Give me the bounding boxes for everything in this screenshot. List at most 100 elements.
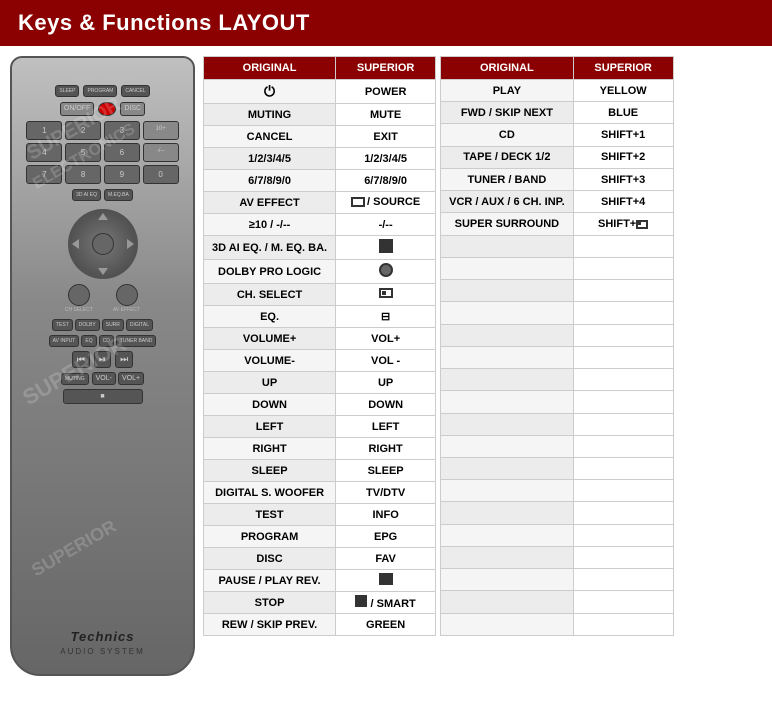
table-row <box>441 302 674 324</box>
original-cell: PAUSE / PLAY REV. <box>204 570 336 592</box>
remote-muting-row: MUTING VOL- VOL+ <box>26 372 178 385</box>
table-row: PROGRAMEPG <box>204 526 436 548</box>
left-col2-header: SUPERIOR <box>336 57 436 80</box>
superior-cell <box>573 302 673 324</box>
table-row: VCR / AUX / 6 CH. INP.SHIFT+4 <box>441 191 674 213</box>
original-cell: LEFT <box>204 416 336 438</box>
btn-tuner: TUNER BAND <box>116 335 157 347</box>
superior-cell: ⊟ <box>336 306 436 328</box>
original-cell <box>441 613 574 635</box>
original-cell: PROGRAM <box>204 526 336 548</box>
superior-cell: INFO <box>336 504 436 526</box>
table-row: RIGHTRIGHT <box>204 438 436 460</box>
table-row: PLAYYELLOW <box>441 80 674 102</box>
btn-program: PROGRAM <box>83 85 117 97</box>
original-cell <box>441 524 574 546</box>
btn-7: 7 <box>26 165 62 184</box>
original-cell <box>441 435 574 457</box>
table-row: VOLUME+VOL+ <box>204 328 436 350</box>
header: Keys & Functions LAYOUT <box>0 0 772 46</box>
remote-model-label: RAK-ENA34WH <box>72 70 134 77</box>
tables-container: ORIGINAL SUPERIOR ⏻POWERMUTINGMUTECANCEL… <box>203 56 762 636</box>
btn-vol-up2: VOL+ <box>118 372 144 385</box>
original-cell: ⏻ <box>204 80 336 104</box>
table-row <box>441 280 674 302</box>
nav-down-arrow <box>98 268 108 275</box>
btn-4: 4 <box>26 143 62 162</box>
original-cell: 3D AI EQ. / M. EQ. BA. <box>204 236 336 260</box>
table-row: DISCFAV <box>204 548 436 570</box>
original-cell: VOLUME+ <box>204 328 336 350</box>
table-row: FWD / SKIP NEXTBLUE <box>441 102 674 124</box>
original-cell: TEST <box>204 504 336 526</box>
superior-cell: / SMART <box>336 592 436 614</box>
table-row <box>441 324 674 346</box>
original-cell: 6/7/8/9/0 <box>204 170 336 192</box>
original-cell <box>441 346 574 368</box>
original-cell <box>441 280 574 302</box>
table-row <box>441 524 674 546</box>
table-row: TUNER / BANDSHIFT+3 <box>441 168 674 190</box>
btn-8: 8 <box>65 165 101 184</box>
left-col1-header: ORIGINAL <box>204 57 336 80</box>
original-cell <box>441 413 574 435</box>
btn-on-off: ON/OFF <box>60 102 94 116</box>
superior-cell: 1/2/3/4/5 <box>336 148 436 170</box>
remote-power-area: ON/OFF DISC <box>60 102 145 116</box>
remote-ch-av-row: CH SELECT AV EFFECT <box>65 284 140 313</box>
btn-9: 9 <box>104 165 140 184</box>
remote-image: SUPERIOR ELECTRONICS SUPERIOR SUPERIOR R… <box>10 56 195 676</box>
superior-cell: TV/DTV <box>336 482 436 504</box>
btn-1: 1 <box>26 121 62 140</box>
remote-eq-row: 3D AI EQ M.EQ.BA <box>72 189 133 201</box>
superior-cell <box>336 284 436 306</box>
superior-cell: SHIFT+4 <box>573 191 673 213</box>
table-row <box>441 480 674 502</box>
table-row: 1/2/3/4/51/2/3/4/5 <box>204 148 436 170</box>
table-row <box>441 257 674 279</box>
btn-0: 0 <box>143 165 179 184</box>
superior-cell <box>573 457 673 479</box>
btn-av-effect <box>116 284 138 306</box>
table-row <box>441 435 674 457</box>
btn-eq2: EQ <box>81 335 96 347</box>
original-cell: DOLBY PRO LOGIC <box>204 260 336 284</box>
btn-6: 6 <box>104 143 140 162</box>
table-row: 6/7/8/9/06/7/8/9/0 <box>204 170 436 192</box>
superior-cell <box>336 236 436 260</box>
table-row: TESTINFO <box>204 504 436 526</box>
original-cell: PLAY <box>441 80 574 102</box>
btn-muting: MUTING <box>61 373 89 385</box>
table-row: CANCELEXIT <box>204 126 436 148</box>
left-table: ORIGINAL SUPERIOR ⏻POWERMUTINGMUTECANCEL… <box>203 56 436 636</box>
remote-source-row: AV INPUT EQ CD TUNER BAND <box>26 335 178 347</box>
original-cell <box>441 502 574 524</box>
superior-cell: EPG <box>336 526 436 548</box>
superior-cell: GREEN <box>336 614 436 636</box>
btn-test: TEST <box>52 319 73 331</box>
btn-3: 3 <box>104 121 140 140</box>
table-row: 3D AI EQ. / M. EQ. BA. <box>204 236 436 260</box>
table-row: LEFTLEFT <box>204 416 436 438</box>
btn-surr: SURR <box>102 319 124 331</box>
table-row <box>441 413 674 435</box>
original-cell: 1/2/3/4/5 <box>204 148 336 170</box>
original-cell <box>441 480 574 502</box>
remote-stop-row: ■ <box>26 389 178 404</box>
superior-cell: RIGHT <box>336 438 436 460</box>
remote-nav-circle <box>68 209 138 279</box>
superior-cell <box>573 480 673 502</box>
btn-disc: DISC <box>120 102 145 116</box>
table-row: DIGITAL S. WOOFERTV/DTV <box>204 482 436 504</box>
superior-cell <box>573 369 673 391</box>
superior-cell <box>573 346 673 368</box>
table-row: STOP / SMART <box>204 592 436 614</box>
av-effect-group: AV EFFECT <box>113 284 140 313</box>
table-row <box>441 369 674 391</box>
table-row: SLEEPSLEEP <box>204 460 436 482</box>
superior-cell <box>573 280 673 302</box>
original-cell: CD <box>441 124 574 146</box>
table-row <box>441 569 674 591</box>
superior-cell <box>573 391 673 413</box>
superior-cell <box>573 524 673 546</box>
